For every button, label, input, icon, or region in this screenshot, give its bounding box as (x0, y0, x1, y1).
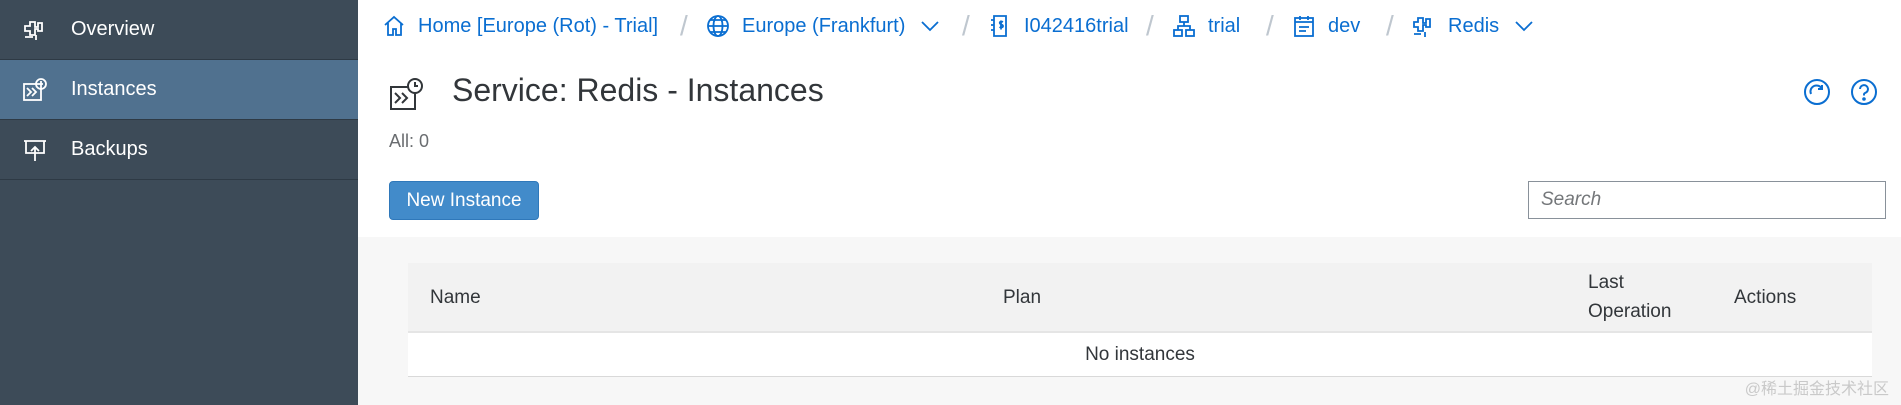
home-icon (382, 14, 406, 38)
breadcrumb-account[interactable]: I042416trial (988, 0, 1129, 52)
search-input[interactable] (1528, 181, 1886, 219)
breadcrumb-separator: / (1266, 10, 1274, 41)
column-header-last-operation[interactable]: Last Operation (1588, 263, 1688, 331)
refresh-icon[interactable] (1803, 78, 1831, 106)
new-instance-button[interactable]: New Instance (389, 181, 539, 220)
account-icon (988, 14, 1012, 38)
sidebar-item-label: Overview (71, 18, 155, 40)
service-plug-icon (1412, 14, 1436, 38)
empty-state-text: No instances (1085, 343, 1195, 365)
sidebar-item-label: Backups (71, 138, 148, 160)
org-icon (1172, 14, 1196, 38)
main-content: Home [Europe (Rot) - Trial] / Europe (Fr… (358, 0, 1901, 405)
instances-icon (22, 77, 48, 103)
breadcrumb-home[interactable]: Home [Europe (Rot) - Trial] (382, 0, 658, 52)
breadcrumb-org[interactable]: trial (1172, 0, 1240, 52)
column-header-actions: Actions (1734, 286, 1797, 308)
backup-icon (22, 137, 48, 163)
column-header-plan[interactable]: Plan (1003, 263, 1041, 331)
breadcrumb-region[interactable]: Europe (Frankfurt) (706, 0, 940, 52)
table-empty-row: No instances (408, 333, 1872, 377)
instance-count: All: 0 (389, 131, 430, 151)
chevron-down-icon (1515, 21, 1533, 32)
breadcrumb-separator: / (962, 10, 970, 41)
space-icon (1292, 14, 1316, 38)
help-icon[interactable] (1850, 78, 1878, 106)
table-header: Name Plan Last Operation Actions (408, 263, 1872, 333)
instances-icon (388, 77, 424, 113)
sidebar: Overview Instances Backups (0, 0, 358, 405)
service-plug-icon (22, 17, 48, 43)
sidebar-item-overview[interactable]: Overview (0, 0, 358, 60)
breadcrumb-service[interactable]: Redis (1412, 0, 1533, 52)
sidebar-item-label: Instances (71, 78, 157, 100)
breadcrumb-space[interactable]: dev (1292, 0, 1360, 52)
watermark: @稀土掘金技术社区 (1744, 381, 1889, 398)
chevron-down-icon (921, 21, 940, 32)
breadcrumb-separator: / (1386, 10, 1394, 41)
column-header-name[interactable]: Name (430, 263, 481, 331)
sidebar-item-backups[interactable]: Backups (0, 120, 358, 180)
breadcrumb-separator: / (1146, 10, 1154, 41)
breadcrumb-separator: / (680, 10, 688, 41)
instances-table: Name Plan Last Operation Actions No inst… (408, 263, 1872, 377)
globe-icon (706, 14, 730, 38)
page-title: Service: Redis - Instances (452, 72, 824, 108)
sidebar-item-instances[interactable]: Instances (0, 60, 358, 120)
